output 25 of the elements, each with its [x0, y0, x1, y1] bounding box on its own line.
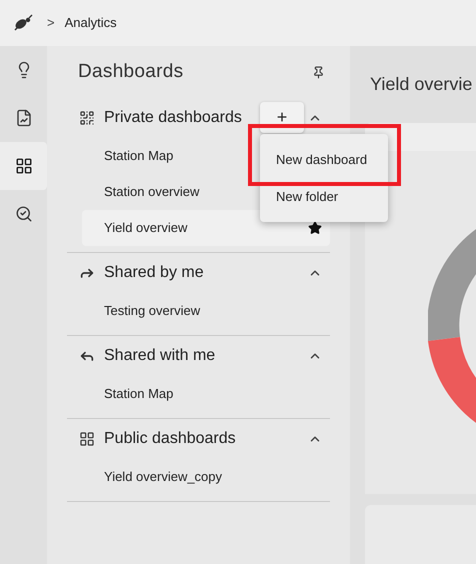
grid-icon: [79, 431, 95, 447]
section-title[interactable]: Shared with me: [104, 344, 216, 368]
menu-item[interactable]: New dashboard: [276, 150, 368, 170]
dashboard-item-label: Yield overview: [104, 219, 188, 238]
dashboard-item-label: Station Map: [104, 385, 174, 404]
panel-title: Dashboards: [78, 60, 184, 84]
bee-logo-icon: [13, 14, 33, 32]
pin-icon[interactable]: [312, 66, 325, 78]
star-icon[interactable]: [308, 221, 322, 235]
dashboard-item[interactable]: Testing overview: [82, 293, 330, 329]
chart-icon: [14, 109, 32, 127]
menu-item[interactable]: New folder: [276, 187, 338, 207]
section-title[interactable]: Public dashboards: [104, 427, 236, 451]
breadcrumb-link[interactable]: Analytics: [64, 13, 117, 33]
section-title[interactable]: Private dashboards: [104, 106, 242, 130]
dashboard-item-label: Testing overview: [104, 302, 200, 320]
main-title: Yield overvie: [370, 72, 472, 96]
dashboard-item-label: Yield overview_copy: [104, 468, 222, 486]
dashboard-item[interactable]: Station Map: [82, 376, 330, 412]
grid-icon: [14, 157, 32, 175]
search-icon: [14, 205, 32, 223]
dashboard-item[interactable]: Yield overview: [82, 210, 330, 246]
dashboard-item[interactable]: Yield overview_copy: [82, 459, 330, 495]
breadcrumb-separator: >: [47, 14, 55, 32]
section-title[interactable]: Shared by me: [104, 261, 204, 285]
